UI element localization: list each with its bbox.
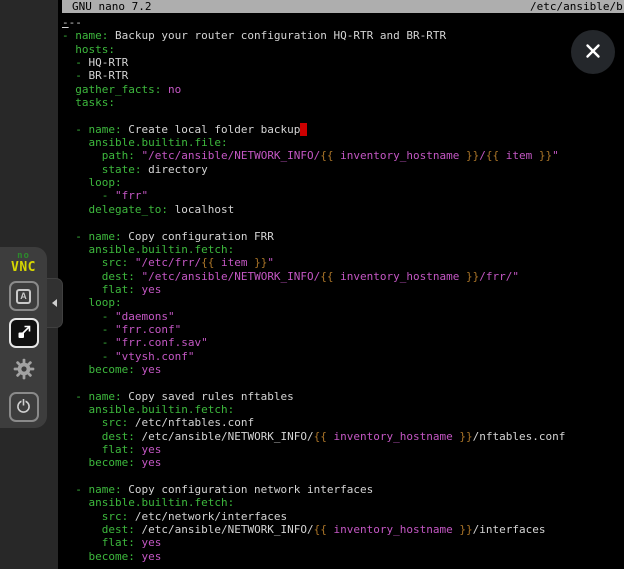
close-icon [583, 41, 603, 64]
extra-keys-button[interactable]: A [9, 281, 39, 311]
code-line: src: /etc/nftables.conf [62, 416, 622, 429]
code-line: dest: /etc/ansible/NETWORK_INFO/{{ inven… [62, 430, 622, 443]
vnc-control-bar: no VNC A [0, 247, 47, 428]
nano-file-path: /etc/ansible/b [530, 0, 623, 13]
code-line [62, 376, 622, 389]
terminal-window: GNU nano 7.2 /etc/ansible/b ---- name: B… [58, 0, 624, 569]
code-line: - name: Create local folder backup [62, 123, 622, 136]
code-line: - name: Copy configuration FRR [62, 230, 622, 243]
gear-icon [13, 358, 35, 383]
fullscreen-button[interactable] [9, 318, 39, 348]
code-line: gather_facts: no [62, 83, 622, 96]
editor-content[interactable]: ---- name: Backup your router configurat… [62, 16, 622, 563]
code-line: flat: yes [62, 283, 622, 296]
novnc-logo-bottom: VNC [11, 261, 36, 274]
vnc-button-column: A [9, 281, 39, 422]
code-line: ansible.builtin.fetch: [62, 496, 622, 509]
code-line: ansible.builtin.file: [62, 136, 622, 149]
code-line: ansible.builtin.fetch: [62, 243, 622, 256]
disconnect-button[interactable] [9, 392, 39, 422]
code-line: - BR-RTR [62, 69, 622, 82]
collapse-arrow-icon [52, 299, 57, 307]
close-button[interactable] [571, 30, 615, 74]
code-line: - "frr.conf" [62, 323, 622, 336]
code-line: flat: yes [62, 443, 622, 456]
code-line: - name: Backup your router configuration… [62, 29, 622, 42]
code-line [62, 470, 622, 483]
code-line: - name: Copy saved rules nftables [62, 390, 622, 403]
code-line [62, 216, 622, 229]
code-line: src: "/etc/frr/{{ item }}" [62, 256, 622, 269]
code-line: src: /etc/network/interfaces [62, 510, 622, 523]
code-line [62, 109, 622, 122]
code-line: ansible.builtin.fetch: [62, 403, 622, 416]
code-line: - "frr" [62, 189, 622, 202]
novnc-logo: no VNC [11, 252, 36, 274]
code-line: become: yes [62, 456, 622, 469]
code-line: - HQ-RTR [62, 56, 622, 69]
settings-button[interactable] [9, 355, 39, 385]
code-line: flat: yes [62, 536, 622, 549]
text-cursor [300, 123, 307, 136]
code-line: - "daemons" [62, 310, 622, 323]
code-line: state: directory [62, 163, 622, 176]
code-line: become: yes [62, 363, 622, 376]
keyboard-a-icon: A [16, 289, 31, 304]
code-line: delegate_to: localhost [62, 203, 622, 216]
code-line: - name: Copy configuration network inter… [62, 483, 622, 496]
code-line: loop: [62, 176, 622, 189]
code-line: dest: "/etc/ansible/NETWORK_INFO/{{ inve… [62, 270, 622, 283]
power-icon [15, 397, 32, 417]
code-line: loop: [62, 296, 622, 309]
code-line: - "vtysh.conf" [62, 350, 622, 363]
nano-version-label: GNU nano 7.2 [72, 0, 151, 13]
code-line: --- [62, 16, 622, 29]
control-bar-handle[interactable] [47, 278, 63, 328]
nano-titlebar: GNU nano 7.2 /etc/ansible/b [62, 0, 624, 13]
code-line: hosts: [62, 43, 622, 56]
code-line: become: yes [62, 550, 622, 563]
fullscreen-icon [16, 324, 32, 343]
code-line: tasks: [62, 96, 622, 109]
code-line: dest: /etc/ansible/NETWORK_INFO/{{ inven… [62, 523, 622, 536]
code-line: path: "/etc/ansible/NETWORK_INFO/{{ inve… [62, 149, 622, 162]
code-line: - "frr.conf.sav" [62, 336, 622, 349]
